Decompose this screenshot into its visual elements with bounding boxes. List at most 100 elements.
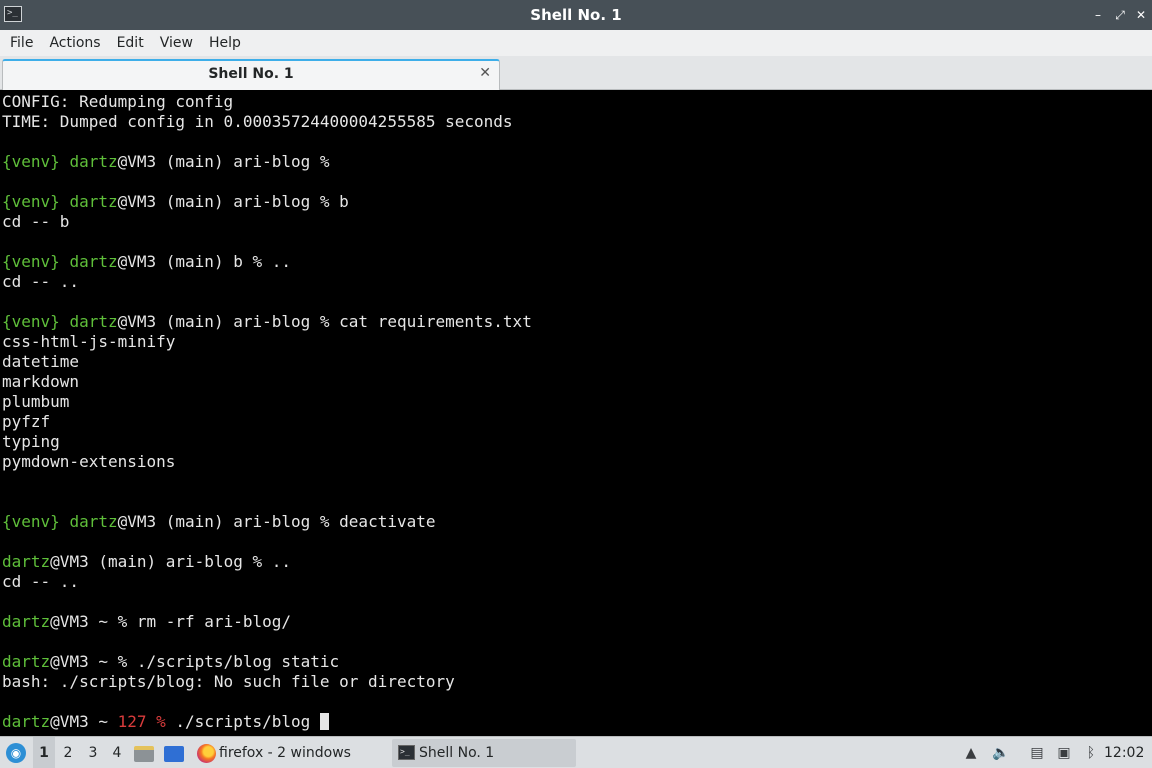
terminal-line: {venv} dartz@VM3 (main) ari-blog % cat r… [0, 312, 1152, 332]
terminal-line: TIME: Dumped config in 0.000357244000042… [0, 112, 1152, 132]
terminal-line: pyfzf [0, 412, 1152, 432]
terminal-line: dartz@VM3 ~ % ./scripts/blog static [0, 652, 1152, 672]
terminal-text: @VM3 (main) b % .. [117, 252, 291, 271]
terminal-text: {venv} [2, 252, 60, 271]
terminal-text: dartz [69, 152, 118, 171]
tab-shell-1[interactable]: Shell No. 1 ✕ [2, 59, 500, 90]
terminal-text: dartz [2, 652, 51, 671]
desktop-2-button[interactable]: 2 [57, 737, 79, 768]
terminal-text: @VM3 ~ [50, 712, 118, 731]
terminal-text: @VM3 ~ % rm -rf ari-blog/ [50, 612, 291, 631]
network-icon[interactable]: ▣ [1056, 745, 1072, 761]
maximize-button[interactable]: ⤢ [1112, 6, 1128, 24]
terminal-text: css-html-js-minify [2, 332, 176, 351]
terminal-text: dartz [2, 612, 51, 631]
terminal-line: css-html-js-minify [0, 332, 1152, 352]
terminal-line: dartz@VM3 (main) ari-blog % .. [0, 552, 1152, 572]
terminal-line: dartz@VM3 ~ 127 % ./scripts/blog [0, 712, 1152, 732]
terminal-text: @VM3 ~ % ./scripts/blog static [50, 652, 340, 671]
bluetooth-icon[interactable]: ᛒ [1083, 745, 1099, 761]
terminal-text: @VM3 (main) ari-blog % .. [50, 552, 291, 571]
show-desktop-icon[interactable] [164, 746, 184, 762]
desktop-3-button[interactable]: 3 [82, 737, 104, 768]
tab-label: Shell No. 1 [208, 66, 294, 82]
terminal-line: {venv} dartz@VM3 (main) ari-blog % [0, 152, 1152, 172]
terminal-text: {venv} [2, 512, 60, 531]
terminal-text: markdown [2, 372, 80, 391]
terminal-line: pymdown-extensions [0, 452, 1152, 472]
terminal-text: plumbum [2, 392, 70, 411]
close-button[interactable]: ✕ [1133, 6, 1149, 24]
terminal-text: dartz [2, 552, 51, 571]
terminal-text: typing [2, 432, 60, 451]
terminal-text: @VM3 (main) ari-blog % [117, 152, 330, 171]
terminal-line: cd -- .. [0, 572, 1152, 592]
menu-view[interactable]: View [152, 30, 201, 56]
terminal-text: @VM3 (main) ari-blog % cat requirements.… [117, 312, 532, 331]
menu-edit[interactable]: Edit [109, 30, 152, 56]
terminal-text: dartz [2, 712, 51, 731]
tab-close-icon[interactable]: ✕ [479, 65, 491, 81]
terminal-line: cd -- b [0, 212, 1152, 232]
shell-taskbar-button[interactable]: >_ Shell No. 1 [392, 739, 576, 767]
terminal-text: 127 % [117, 712, 166, 731]
terminal-text: {venv} [2, 312, 60, 331]
terminal-output[interactable]: CONFIG: Redumping config TIME: Dumped con… [0, 91, 1152, 735]
menu-file[interactable]: File [2, 30, 41, 56]
update-icon[interactable]: ▲ [963, 745, 979, 761]
clock: 12:02 [1104, 745, 1145, 761]
desktop-1-button[interactable]: 1 [33, 737, 55, 768]
terminal-line: cd -- .. [0, 272, 1152, 292]
terminal-text: pyfzf [2, 412, 51, 431]
start-menu-icon[interactable]: ◉ [6, 743, 26, 763]
menu-help[interactable]: Help [201, 30, 249, 56]
terminal-line: CONFIG: Redumping config [0, 92, 1152, 112]
terminal-text: @VM3 (main) ari-blog % b [117, 192, 349, 211]
terminal-line: {venv} dartz@VM3 (main) ari-blog % deact… [0, 512, 1152, 532]
clipboard-icon[interactable]: ▤ [1029, 745, 1045, 761]
terminal-text: cd -- .. [2, 572, 80, 591]
terminal-text: {venv} [2, 152, 60, 171]
volume-icon[interactable]: 🔈 [992, 745, 1009, 761]
terminal-line: dartz@VM3 ~ % rm -rf ari-blog/ [0, 612, 1152, 632]
firefox-icon[interactable] [197, 744, 216, 763]
terminal-line: typing [0, 432, 1152, 452]
tab-bar: Shell No. 1 ✕ [0, 56, 1152, 90]
window-titlebar[interactable]: >_ Shell No. 1 – ⤢ ✕ [0, 0, 1152, 30]
terminal-icon: >_ [398, 745, 415, 760]
taskbar: ◉ 1 2 3 4 firefox - 2 windows >_ Shell N… [0, 736, 1152, 768]
terminal-line: datetime [0, 352, 1152, 372]
terminal-text: TIME: Dumped config in 0.000357244000042… [2, 112, 513, 131]
terminal-line: bash: ./scripts/blog: No such file or di… [0, 672, 1152, 692]
firefox-task-label[interactable]: firefox - 2 windows [219, 737, 351, 768]
desktop-4-button[interactable]: 4 [106, 737, 128, 768]
menu-actions[interactable]: Actions [41, 30, 108, 56]
terminal-text: datetime [2, 352, 80, 371]
terminal-text: cd -- b [2, 212, 70, 231]
file-manager-icon[interactable] [134, 746, 154, 762]
terminal-text: bash: ./scripts/blog: No such file or di… [2, 672, 455, 691]
terminal-text: dartz [69, 252, 118, 271]
window-title: Shell No. 1 [530, 6, 622, 24]
minimize-button[interactable]: – [1090, 6, 1106, 24]
shell-task-label: Shell No. 1 [419, 745, 495, 761]
terminal-text: {venv} [2, 192, 60, 211]
terminal-text: dartz [69, 192, 118, 211]
terminal-line: {venv} dartz@VM3 (main) b % .. [0, 252, 1152, 272]
terminal-text: @VM3 (main) ari-blog % deactivate [117, 512, 436, 531]
terminal-line: plumbum [0, 392, 1152, 412]
